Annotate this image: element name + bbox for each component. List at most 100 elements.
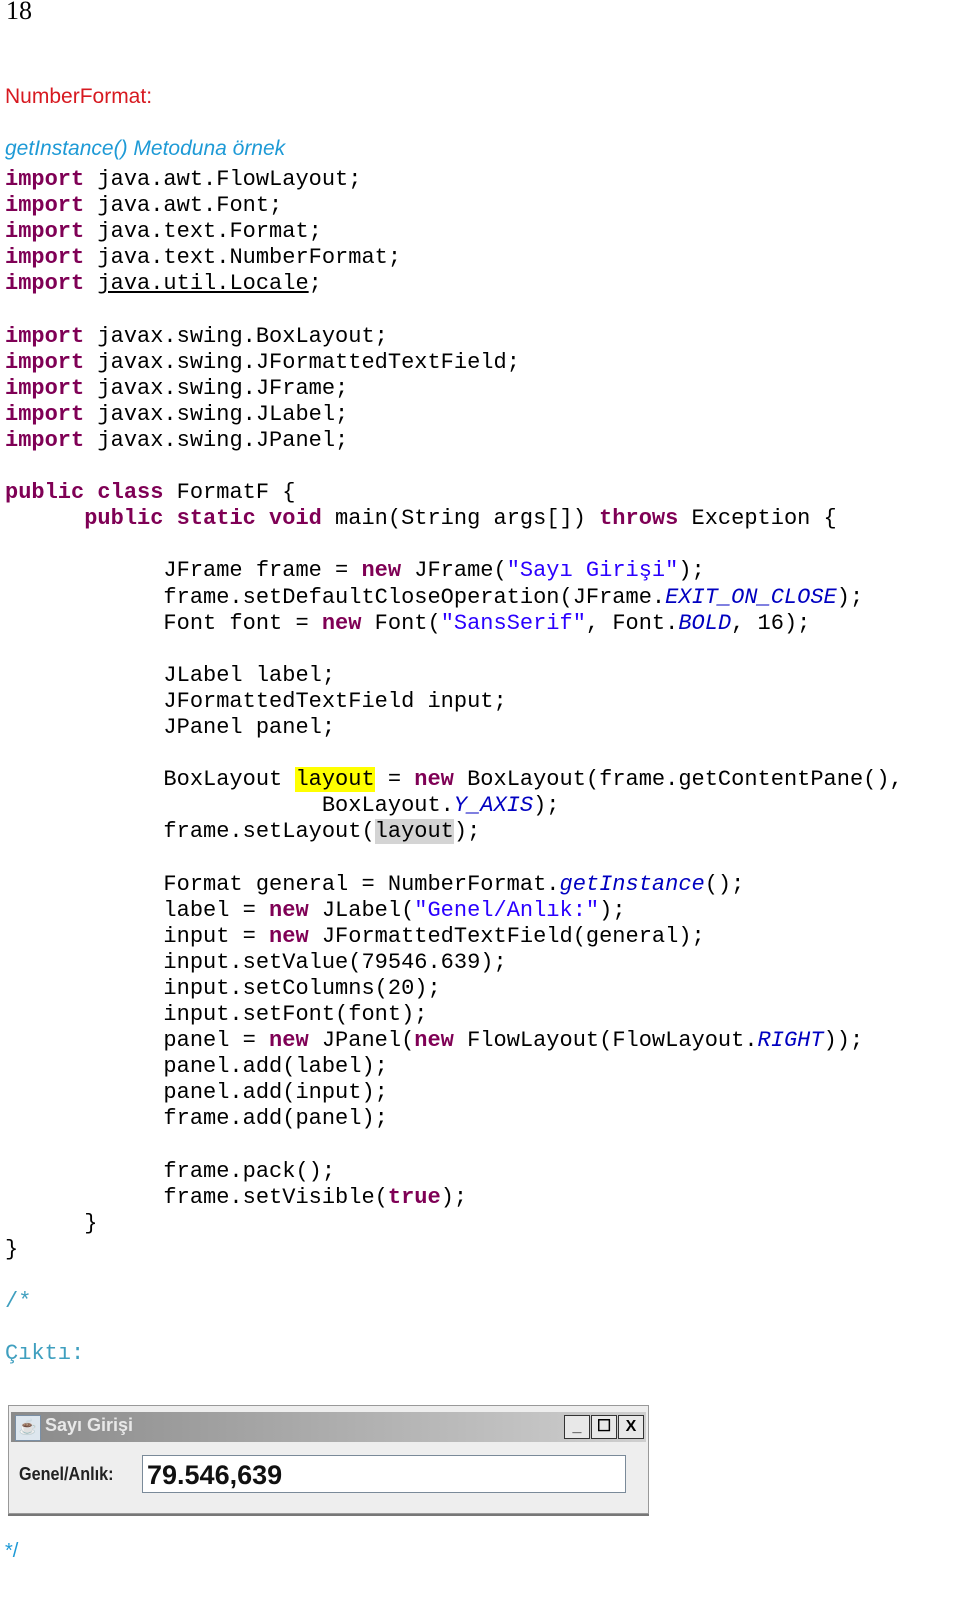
- code-token: layout: [295, 767, 375, 793]
- code-token: true: [387, 1184, 441, 1210]
- minimize-button[interactable]: _: [564, 1415, 590, 1439]
- code-line: panel.add(label);: [5, 1054, 903, 1080]
- code-token: Format general = NumberFormat.: [5, 871, 560, 897]
- code-token: import: [5, 193, 85, 219]
- code-token: java.text.NumberFormat;: [84, 245, 402, 271]
- code-token: new: [269, 897, 309, 923]
- code-token: );: [440, 1184, 468, 1210]
- code-line: input.setFont(font);: [5, 1002, 903, 1028]
- code-token: import: [5, 219, 85, 245]
- code-token: ();: [704, 871, 745, 897]
- code-token: javax.swing.JLabel;: [84, 401, 349, 427]
- window-titlebar[interactable]: ☕ Sayı Girişi _ ☐ X: [11, 1412, 646, 1442]
- code-block: import java.awt.FlowLayout; import java.a…: [5, 167, 903, 1367]
- code-token: JPanel(: [308, 1028, 415, 1054]
- code-token: Exception {: [678, 506, 837, 532]
- code-line: import javax.swing.JLabel;: [5, 402, 903, 428]
- code-token: FormatF {: [163, 480, 296, 506]
- code-line: JPanel panel;: [5, 715, 903, 741]
- code-token: Çıktı:: [5, 1341, 85, 1367]
- code-token: layout: [374, 819, 454, 845]
- code-line: /*: [5, 1289, 903, 1315]
- code-token: JPanel panel;: [5, 714, 336, 740]
- code-token: BoxLayout.: [5, 793, 454, 819]
- code-token: frame.setLayout(: [5, 819, 375, 845]
- code-token: }: [5, 1210, 98, 1236]
- window-title: Sayı Girişi: [45, 1415, 134, 1435]
- code-line: import java.awt.Font;: [5, 193, 903, 219]
- java-cup-icon: ☕: [15, 1415, 41, 1441]
- code-token: RIGHT: [757, 1028, 824, 1054]
- code-token: import: [5, 271, 85, 297]
- code-line: import java.util.Locale;: [5, 271, 903, 297]
- code-line: panel.add(input);: [5, 1080, 903, 1106]
- code-line: input.setValue(79546.639);: [5, 950, 903, 976]
- code-token: java.text.Format;: [84, 219, 322, 245]
- code-token: public class: [5, 480, 164, 506]
- code-line: import java.awt.FlowLayout;: [5, 167, 903, 193]
- code-token: );: [453, 819, 481, 845]
- code-token: panel.add(input);: [5, 1080, 388, 1106]
- code-token: javax.swing.JFormattedTextField;: [84, 349, 520, 375]
- code-line: BoxLayout layout = new BoxLayout(frame.g…: [5, 767, 903, 793]
- code-token: }: [5, 1236, 19, 1262]
- code-token: new: [269, 1028, 309, 1054]
- code-token: public static void: [84, 506, 322, 532]
- code-token: javax.swing.JFrame;: [84, 375, 349, 401]
- code-line: frame.setDefaultCloseOperation(JFrame.EX…: [5, 585, 903, 611]
- code-token: new: [321, 610, 362, 636]
- code-line: BoxLayout.Y_AXIS);: [5, 793, 903, 819]
- code-line: }: [5, 1237, 903, 1263]
- code-token: );: [599, 897, 626, 923]
- formatted-text-field[interactable]: 79.546,639: [142, 1455, 626, 1493]
- code-line: Çıktı:: [5, 1341, 903, 1367]
- code-token: JLabel(: [308, 897, 415, 923]
- code-token: import: [5, 245, 85, 271]
- code-token: BoxLayout(frame.getContentPane(),: [453, 767, 903, 793]
- code-token: Y_AXIS: [453, 793, 534, 819]
- code-token: BOLD: [678, 610, 732, 636]
- code-token: frame.add(panel);: [5, 1106, 388, 1132]
- code-line: JLabel label;: [5, 663, 903, 689]
- code-token: input =: [5, 923, 270, 949]
- code-token: panel.add(label);: [5, 1054, 388, 1080]
- code-token: JFormattedTextField(general);: [308, 923, 705, 949]
- code-token: "SansSerif": [440, 610, 586, 636]
- code-token: import: [5, 427, 85, 453]
- code-token: JLabel label;: [5, 662, 336, 688]
- code-line: frame.setLayout(layout);: [5, 819, 903, 845]
- close-button[interactable]: X: [618, 1415, 644, 1439]
- code-token: , 16);: [731, 610, 811, 636]
- page-number: 18: [6, 0, 32, 25]
- code-token: input.setFont(font);: [5, 1002, 428, 1027]
- code-token: JFormattedTextField input;: [5, 688, 507, 714]
- output-window: ☕ Sayı Girişi _ ☐ X Genel/Anlık: 79.546,…: [8, 1405, 649, 1514]
- code-token: );: [678, 558, 705, 584]
- code-line: import java.text.NumberFormat;: [5, 245, 903, 271]
- code-token: throws: [599, 506, 679, 532]
- code-token: /*: [5, 1289, 32, 1315]
- code-token: input.setColumns(20);: [5, 975, 441, 1001]
- section-subheading: getInstance() Metoduna örnek: [5, 137, 286, 160]
- code-token: import: [5, 375, 85, 401]
- code-token: java.awt.Font;: [84, 193, 283, 219]
- code-token: ;: [308, 271, 322, 297]
- code-line: frame.pack();: [5, 1159, 903, 1185]
- code-token: =: [374, 767, 415, 793]
- code-token: frame.setVisible(: [5, 1184, 388, 1210]
- code-token: javax.swing.JPanel;: [84, 427, 349, 453]
- code-token: frame.pack();: [5, 1158, 336, 1184]
- code-token: );: [836, 584, 864, 610]
- field-label: Genel/Anlık:: [19, 1464, 114, 1484]
- code-line: Font font = new Font("SansSerif", Font.B…: [5, 611, 903, 637]
- code-token: panel =: [5, 1028, 270, 1054]
- code-line: }: [5, 1211, 903, 1237]
- code-line: import javax.swing.JFormattedTextField;: [5, 350, 903, 376]
- maximize-button[interactable]: ☐: [591, 1415, 617, 1439]
- code-line: input.setColumns(20);: [5, 976, 903, 1002]
